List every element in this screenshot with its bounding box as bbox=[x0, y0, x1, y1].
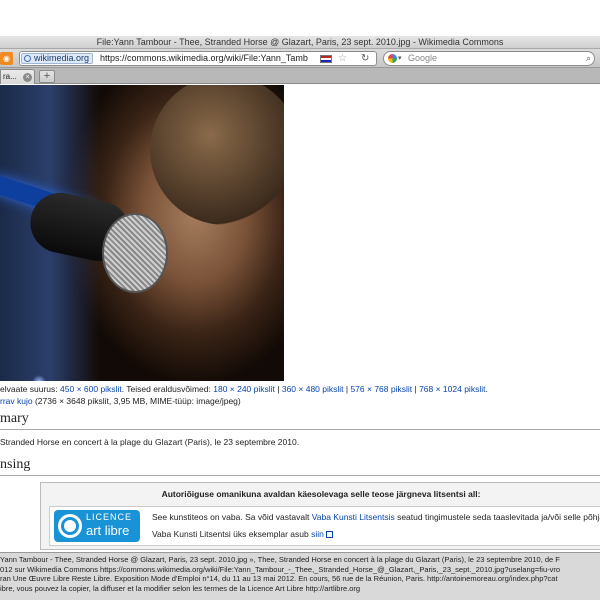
site-identity-button[interactable]: wikimedia.org bbox=[21, 53, 94, 64]
rss-icon[interactable]: ◉ bbox=[0, 52, 13, 65]
status-line: Yann Tambour - Thee, Stranded Horse @ Gl… bbox=[0, 555, 560, 564]
resolution-link-576[interactable]: 576 × 768 pikslit bbox=[350, 384, 412, 394]
resolution-link-360[interactable]: 360 × 480 pikslit bbox=[282, 384, 344, 394]
resolution-link-180[interactable]: 180 × 240 pikslit bbox=[213, 384, 275, 394]
status-line: ran Une Œuvre Libre Reste Libre. Exposit… bbox=[0, 574, 558, 584]
concert-photo[interactable] bbox=[0, 85, 284, 381]
google-icon[interactable] bbox=[388, 54, 397, 63]
status-line: 012 sur Wikimedia Commons https://common… bbox=[0, 564, 561, 574]
summary-heading: mary bbox=[0, 410, 600, 430]
window-title: File:Yann Tambour - Thee, Stranded Horse… bbox=[0, 36, 600, 49]
tab-bar: ra... × + bbox=[0, 68, 600, 84]
tab-current[interactable]: ra... × bbox=[0, 69, 35, 84]
summary-text: Stranded Horse en concert à la plage du … bbox=[0, 437, 300, 447]
magnifier-icon[interactable]: ⌕ bbox=[586, 52, 591, 65]
status-line: ibre, vous pouvez la copier, la diffuser… bbox=[0, 583, 361, 593]
bookmark-star-icon[interactable]: ☆ bbox=[338, 52, 347, 65]
licence-art-libre-logo[interactable]: LICENCE art libre bbox=[54, 510, 140, 542]
url-text[interactable]: https://commons.wikimedia.org/wiki/File:… bbox=[100, 52, 308, 65]
art-libre-circle-icon bbox=[58, 514, 82, 538]
tab-label: ra... bbox=[3, 72, 17, 81]
external-link-icon bbox=[325, 531, 333, 539]
site-identity-label: wikimedia.org bbox=[34, 53, 90, 63]
status-bar: Yann Tambour - Thee, Stranded Horse @ Gl… bbox=[0, 552, 600, 600]
original-file-details: (2736 × 3648 pikslit, 3,95 MB, MIME-tüüp… bbox=[34, 396, 241, 406]
new-tab-button[interactable]: + bbox=[39, 70, 55, 83]
search-bar[interactable]: ▾ Google ⌕ bbox=[383, 51, 595, 66]
other-resolutions-label: . Teised eraldusvõimed: bbox=[121, 384, 211, 394]
preview-size-label: elvaate suurus: bbox=[0, 384, 58, 394]
close-icon[interactable]: × bbox=[23, 73, 32, 82]
license-details: LICENCE art libre See kunstiteos on vaba… bbox=[49, 506, 600, 546]
original-file-info: rrav kujo (2736 × 3648 pikslit, 3,95 MB,… bbox=[0, 396, 600, 407]
search-input[interactable]: Google bbox=[408, 52, 437, 65]
preview-size-link[interactable]: 450 × 600 pikslit bbox=[60, 384, 122, 394]
license-box-heading: Autoriõiguse omanikuna avaldan käesoleva… bbox=[161, 489, 481, 499]
reload-icon[interactable]: ↻ bbox=[361, 52, 369, 65]
resolution-info: elvaate suurus: 450 × 600 pikslit. Teise… bbox=[0, 384, 488, 394]
flag-icon[interactable] bbox=[320, 55, 332, 63]
original-file-link[interactable]: rrav kujo bbox=[0, 396, 33, 406]
license-text-line-1: See kunstiteos on vaba. Sa võid vastaval… bbox=[152, 512, 600, 522]
license-box: Autoriõiguse omanikuna avaldan käesoleva… bbox=[40, 482, 600, 550]
address-bar[interactable]: wikimedia.org https://commons.wikimedia.… bbox=[19, 51, 377, 66]
desktop-blank-area bbox=[0, 0, 600, 36]
license-text-line-2: Vaba Kunsti Litsentsi üks eksemplar asub… bbox=[152, 529, 333, 539]
licensing-heading: nsing bbox=[0, 456, 600, 476]
globe-icon bbox=[24, 55, 31, 62]
navigation-toolbar: ◉ wikimedia.org https://commons.wikimedi… bbox=[0, 49, 600, 68]
free-art-license-link[interactable]: Vaba Kunsti Litsentsis bbox=[312, 512, 395, 522]
license-copy-link[interactable]: siin bbox=[311, 529, 324, 539]
resolution-link-768[interactable]: 768 × 1024 pikslit bbox=[419, 384, 485, 394]
search-engine-dropdown-icon[interactable]: ▾ bbox=[398, 52, 402, 65]
